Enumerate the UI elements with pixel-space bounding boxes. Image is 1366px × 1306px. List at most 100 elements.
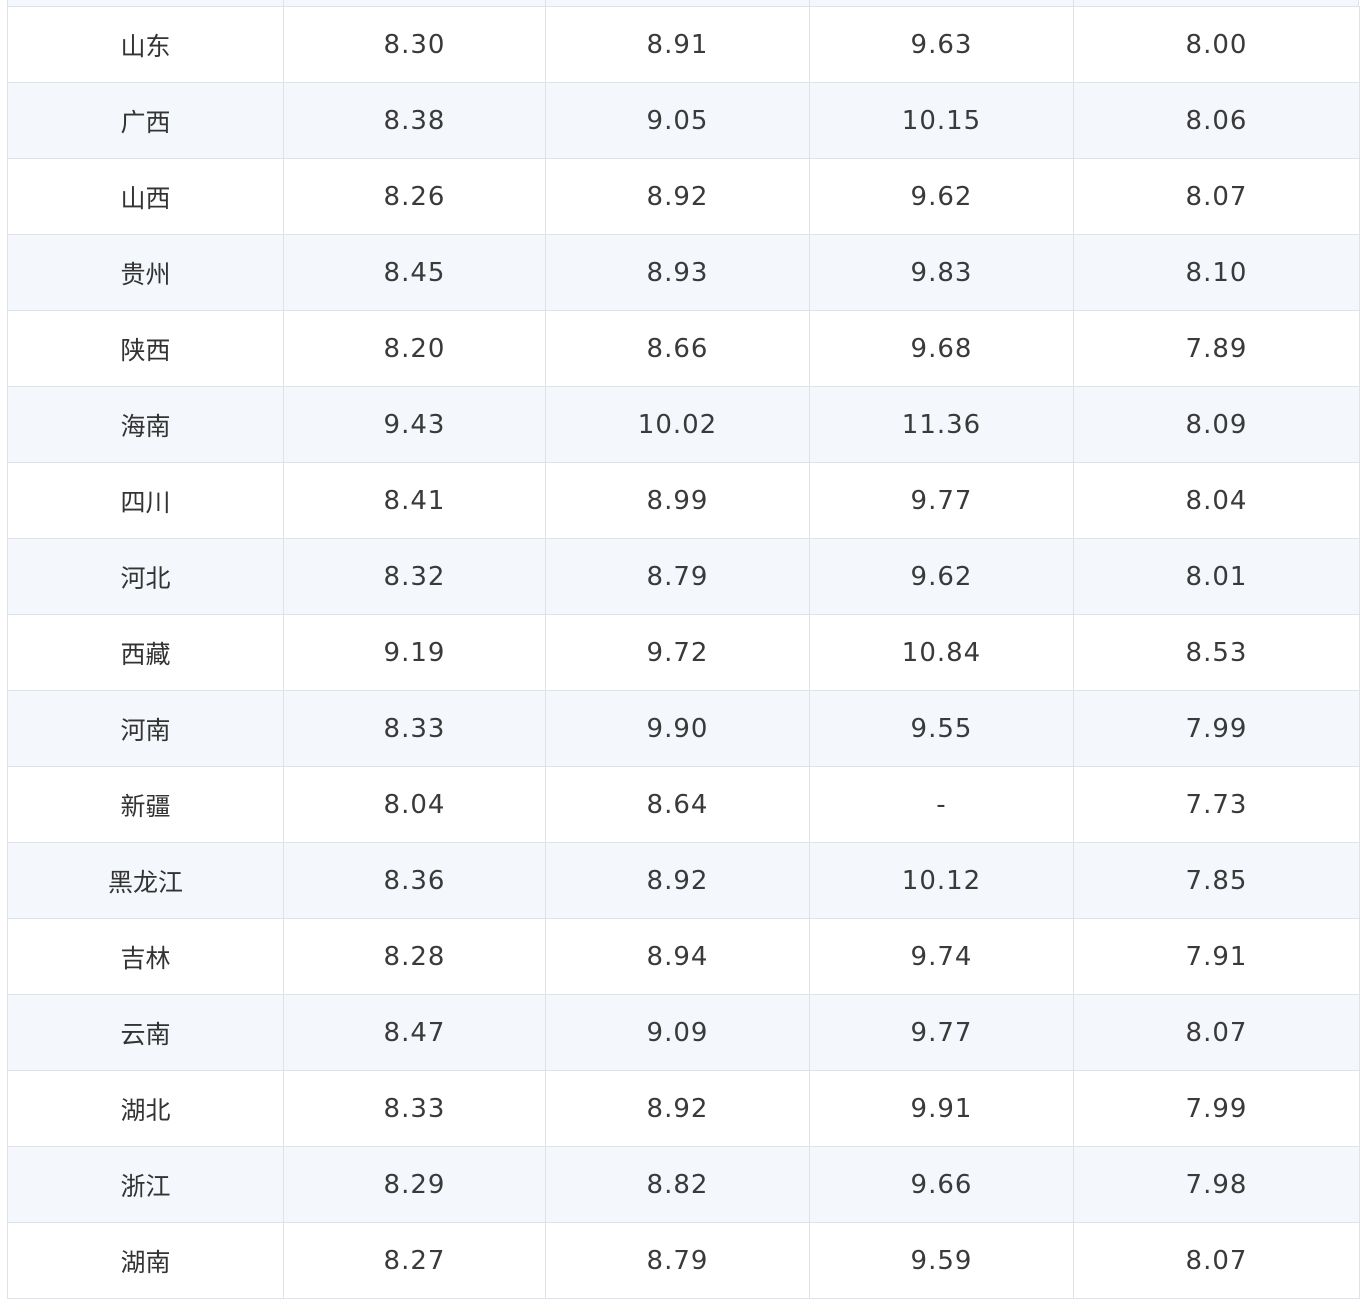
- value-cell-4: 8.01: [1073, 538, 1360, 615]
- value-cell-2: 8.79: [545, 1222, 810, 1299]
- value-cell-2: 8.64: [545, 766, 810, 843]
- value-cell-2: 8.93: [545, 234, 810, 311]
- value-cell-4: 8.53: [1073, 614, 1360, 691]
- table-row: 海南 9.43 10.02 11.36 8.09: [7, 386, 1360, 463]
- value-cell-3: 9.77: [809, 994, 1074, 1071]
- value-cell-2: 8.92: [545, 158, 810, 235]
- value-cell-4: 8.07: [1073, 1222, 1360, 1299]
- value-cell-2: 8.92: [545, 842, 810, 919]
- province-cell: 海南: [7, 386, 284, 463]
- value-cell-1: 8.20: [283, 310, 546, 387]
- value-cell-4: 7.73: [1073, 766, 1360, 843]
- value-cell-2: 9.09: [545, 994, 810, 1071]
- value-cell-4: 8.00: [1073, 6, 1360, 83]
- value-cell-3: 10.12: [809, 842, 1074, 919]
- value-cell-4: 7.99: [1073, 690, 1360, 767]
- value-cell-3: 9.91: [809, 1070, 1074, 1147]
- value-cell-1: 8.38: [283, 82, 546, 159]
- value-cell-2: 8.79: [545, 538, 810, 615]
- value-cell-2: 8.66: [545, 310, 810, 387]
- value-cell-2: 8.91: [545, 6, 810, 83]
- value-cell-1: 9.43: [283, 386, 546, 463]
- table-row: 湖南 8.27 8.79 9.59 8.07: [7, 1222, 1360, 1299]
- province-cell: 西藏: [7, 614, 284, 691]
- province-cell: 黑龙江: [7, 842, 284, 919]
- value-cell-3: 9.63: [809, 6, 1074, 83]
- value-cell-2: 9.72: [545, 614, 810, 691]
- value-cell-1: 8.33: [283, 690, 546, 767]
- value-cell-2: 8.82: [545, 1146, 810, 1223]
- value-cell-4: 8.06: [1073, 82, 1360, 159]
- value-cell-3: 9.62: [809, 158, 1074, 235]
- province-cell: 湖北: [7, 1070, 284, 1147]
- value-cell-3: 9.74: [809, 918, 1074, 995]
- table-row: 河北 8.32 8.79 9.62 8.01: [7, 538, 1360, 615]
- value-cell-2: 9.90: [545, 690, 810, 767]
- value-cell-4: 8.07: [1073, 158, 1360, 235]
- province-cell: 吉林: [7, 918, 284, 995]
- table-row: 四川 8.41 8.99 9.77 8.04: [7, 462, 1360, 539]
- table-row: 西藏 9.19 9.72 10.84 8.53: [7, 614, 1360, 691]
- province-cell: 浙江: [7, 1146, 284, 1223]
- table-row: 湖北 8.33 8.92 9.91 7.99: [7, 1070, 1360, 1147]
- province-cell: 云南: [7, 994, 284, 1071]
- value-cell-4: 8.07: [1073, 994, 1360, 1071]
- province-cell: 陕西: [7, 310, 284, 387]
- value-cell-1: 8.30: [283, 6, 546, 83]
- province-cell: 广西: [7, 82, 284, 159]
- value-cell-3: 10.84: [809, 614, 1074, 691]
- table-row: 广西 8.38 9.05 10.15 8.06: [7, 82, 1360, 159]
- value-cell-3: 10.15: [809, 82, 1074, 159]
- value-cell-1: 8.33: [283, 1070, 546, 1147]
- province-cell: 河北: [7, 538, 284, 615]
- value-cell-3: 9.59: [809, 1222, 1074, 1299]
- value-cell-4: 8.10: [1073, 234, 1360, 311]
- province-cell: 山东: [7, 6, 284, 83]
- value-cell-3: 9.62: [809, 538, 1074, 615]
- value-cell-2: 8.92: [545, 1070, 810, 1147]
- table-row: 新疆 8.04 8.64 - 7.73: [7, 766, 1360, 843]
- value-cell-4: 7.99: [1073, 1070, 1360, 1147]
- price-table: 山东 8.30 8.91 9.63 8.00 广西 8.38 9.05 10.1…: [7, 6, 1360, 1299]
- value-cell-1: 8.36: [283, 842, 546, 919]
- value-cell-1: 8.27: [283, 1222, 546, 1299]
- value-cell-4: 7.85: [1073, 842, 1360, 919]
- value-cell-3: 9.83: [809, 234, 1074, 311]
- value-cell-3: 9.66: [809, 1146, 1074, 1223]
- value-cell-1: 8.04: [283, 766, 546, 843]
- province-cell: 新疆: [7, 766, 284, 843]
- value-cell-1: 8.26: [283, 158, 546, 235]
- value-cell-1: 8.41: [283, 462, 546, 539]
- value-cell-4: 8.09: [1073, 386, 1360, 463]
- table-row: 黑龙江 8.36 8.92 10.12 7.85: [7, 842, 1360, 919]
- table-row: 陕西 8.20 8.66 9.68 7.89: [7, 310, 1360, 387]
- value-cell-3: 9.77: [809, 462, 1074, 539]
- table-row: 云南 8.47 9.09 9.77 8.07: [7, 994, 1360, 1071]
- price-table-container: 山东 8.30 8.91 9.63 8.00 广西 8.38 9.05 10.1…: [7, 6, 1360, 1299]
- value-cell-1: 8.32: [283, 538, 546, 615]
- value-cell-4: 7.98: [1073, 1146, 1360, 1223]
- value-cell-1: 8.47: [283, 994, 546, 1071]
- table-row: 河南 8.33 9.90 9.55 7.99: [7, 690, 1360, 767]
- value-cell-4: 7.89: [1073, 310, 1360, 387]
- value-cell-2: 10.02: [545, 386, 810, 463]
- province-cell: 贵州: [7, 234, 284, 311]
- table-row: 浙江 8.29 8.82 9.66 7.98: [7, 1146, 1360, 1223]
- province-cell: 山西: [7, 158, 284, 235]
- value-cell-1: 9.19: [283, 614, 546, 691]
- table-row: 吉林 8.28 8.94 9.74 7.91: [7, 918, 1360, 995]
- table-body: 山东 8.30 8.91 9.63 8.00 广西 8.38 9.05 10.1…: [7, 6, 1360, 1299]
- table-row: 贵州 8.45 8.93 9.83 8.10: [7, 234, 1360, 311]
- value-cell-4: 8.04: [1073, 462, 1360, 539]
- table-row: 山东 8.30 8.91 9.63 8.00: [7, 6, 1360, 83]
- value-cell-3: 9.55: [809, 690, 1074, 767]
- value-cell-2: 9.05: [545, 82, 810, 159]
- table-row: 山西 8.26 8.92 9.62 8.07: [7, 158, 1360, 235]
- province-cell: 湖南: [7, 1222, 284, 1299]
- province-cell: 河南: [7, 690, 284, 767]
- value-cell-4: 7.91: [1073, 918, 1360, 995]
- value-cell-1: 8.29: [283, 1146, 546, 1223]
- province-cell: 四川: [7, 462, 284, 539]
- value-cell-3: -: [809, 766, 1074, 843]
- value-cell-2: 8.94: [545, 918, 810, 995]
